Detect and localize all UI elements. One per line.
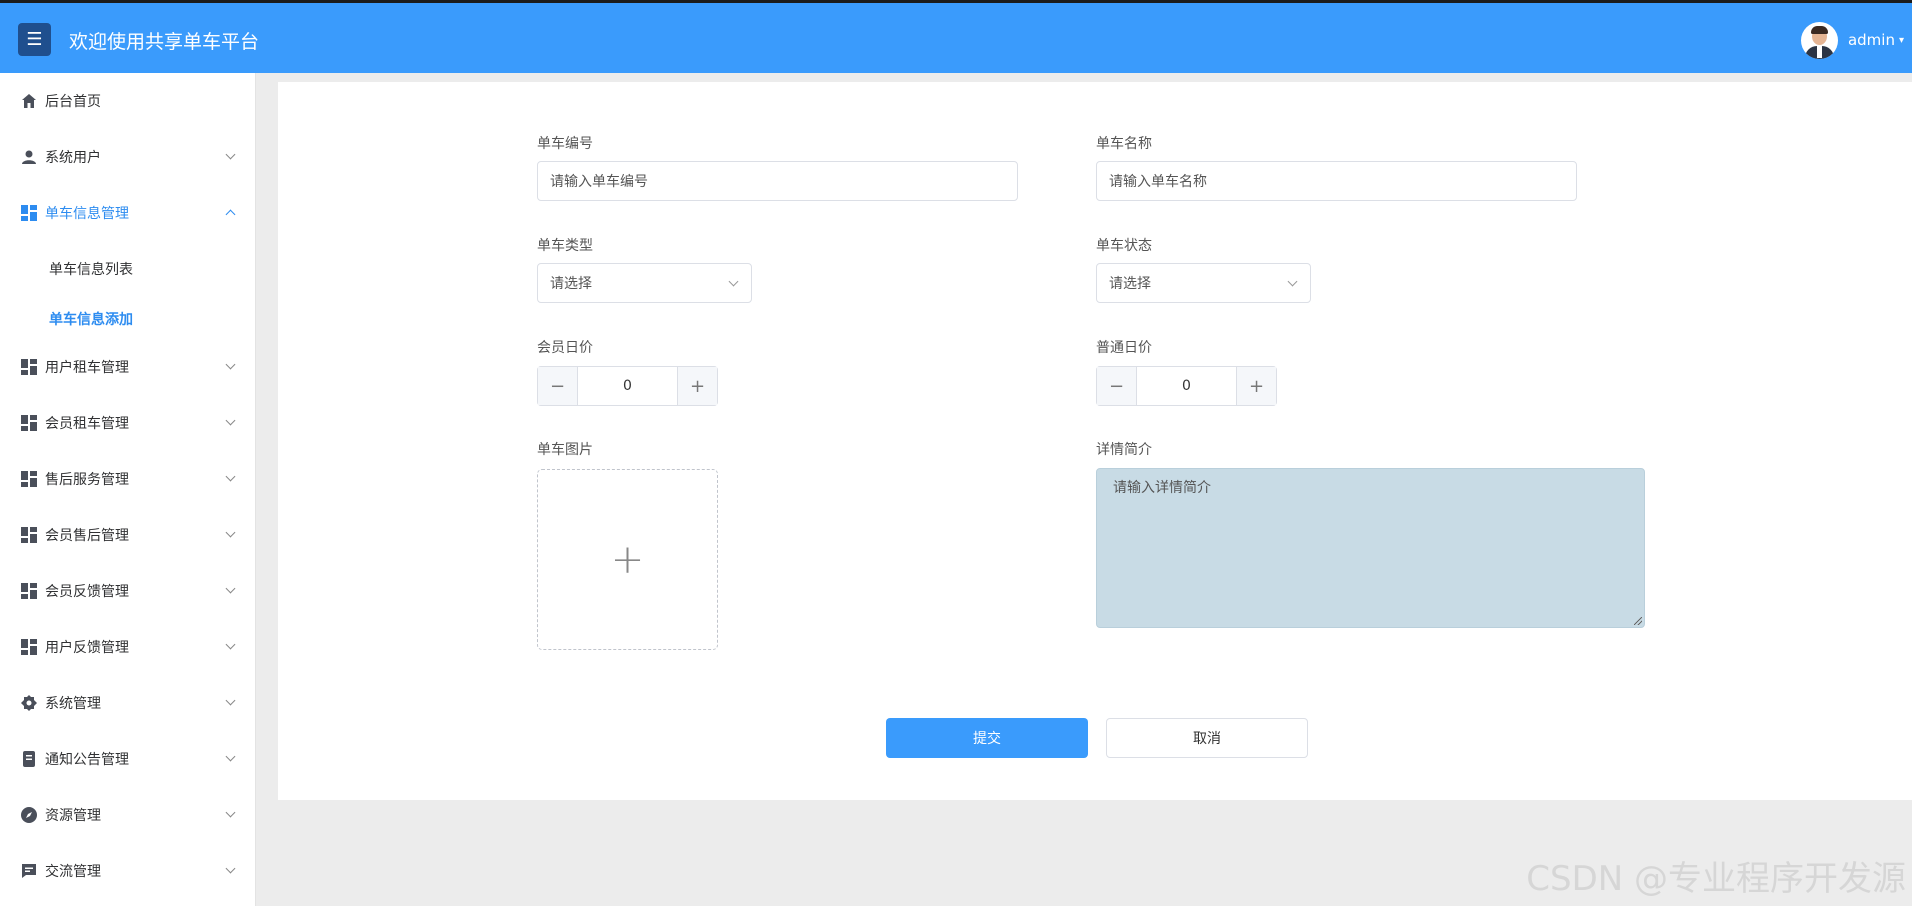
chevron-down-icon [225, 751, 236, 762]
sidebar-item-label: 用户租车管理 [45, 360, 129, 376]
sidebar-item-after-sales[interactable]: 售后服务管理 [0, 451, 256, 507]
compass-icon [21, 807, 37, 823]
submit-button[interactable]: 提交 [886, 718, 1088, 758]
sidebar-item-member-after-sales[interactable]: 会员售后管理 [0, 507, 256, 563]
sidebar-item-label: 交流管理 [45, 864, 101, 880]
bike-status-select[interactable]: 请选择 [1096, 263, 1311, 303]
decrement-button[interactable]: − [1097, 367, 1137, 405]
cancel-button[interactable]: 取消 [1106, 718, 1308, 758]
grid-icon [21, 359, 37, 375]
chevron-down-icon [225, 583, 236, 594]
bike-type-value: 请选择 [550, 276, 592, 292]
form-card: 单车编号 请输入单车编号 单车名称 请输入单车名称 单车类型 请选择 单车状态 … [278, 82, 1912, 800]
avatar[interactable] [1800, 21, 1838, 59]
chevron-down-icon [1287, 276, 1298, 287]
user-name[interactable]: admin [1848, 31, 1895, 49]
sidebar-subitem-bike-add[interactable]: 单车信息添加 [49, 309, 133, 329]
bike-name-input[interactable]: 请输入单车名称 [1096, 161, 1577, 201]
sidebar-item-label: 通知公告管理 [45, 752, 129, 768]
normal-price-value[interactable]: 0 [1137, 367, 1236, 405]
bike-no-label: 单车编号 [537, 136, 593, 152]
chevron-down-icon [225, 527, 236, 538]
bike-status-value: 请选择 [1109, 276, 1151, 292]
grid-icon [21, 583, 37, 599]
gear-icon [21, 695, 37, 711]
sidebar-item-member-feedback[interactable]: 会员反馈管理 [0, 563, 256, 619]
sidebar-item-label: 会员售后管理 [45, 528, 129, 544]
member-price-value[interactable]: 0 [578, 367, 677, 405]
resize-handle-icon[interactable] [1634, 617, 1642, 625]
description-placeholder: 请输入详情简介 [1113, 480, 1211, 496]
image-upload-area[interactable]: + [537, 469, 718, 650]
sidebar-item-label: 售后服务管理 [45, 472, 129, 488]
sidebar-item-label: 会员反馈管理 [45, 584, 129, 600]
bike-type-label: 单车类型 [537, 238, 593, 254]
sidebar-subitem-bike-list[interactable]: 单车信息列表 [49, 259, 133, 279]
chevron-down-icon [225, 807, 236, 818]
home-icon [21, 93, 37, 109]
chevron-up-icon [225, 209, 236, 220]
increment-button[interactable]: + [677, 367, 717, 405]
sidebar-item-exchange[interactable]: 交流管理 [0, 843, 256, 899]
decrement-button[interactable]: − [538, 367, 578, 405]
menu-toggle-button[interactable]: ☰ [18, 23, 51, 56]
sidebar-item-label: 会员租车管理 [45, 416, 129, 432]
chat-icon [21, 863, 37, 879]
hamburger-icon: ☰ [26, 29, 43, 50]
bike-no-input[interactable]: 请输入单车编号 [537, 161, 1018, 201]
sidebar-item-home[interactable]: 后台首页 [0, 73, 256, 129]
sidebar-item-label: 系统用户 [45, 150, 101, 166]
sidebar-item-label: 单车信息管理 [45, 206, 129, 222]
plus-icon: + [610, 536, 645, 583]
description-textarea[interactable]: 请输入详情简介 [1096, 468, 1645, 628]
sidebar-item-bike-info[interactable]: 单车信息管理 [0, 185, 256, 241]
grid-icon [21, 639, 37, 655]
sidebar-item-label: 资源管理 [45, 808, 101, 824]
grid-icon [21, 527, 37, 543]
user-menu[interactable]: admin ▾ [1800, 20, 1904, 60]
sidebar: 后台首页 系统用户 单车信息管理 单车信息列表 单车信息添加 用户租车管理 会员… [0, 73, 256, 906]
normal-price-stepper[interactable]: − 0 + [1096, 366, 1277, 406]
grid-icon [21, 205, 37, 221]
chevron-down-icon[interactable]: ▾ [1899, 35, 1904, 46]
sidebar-item-member-rental[interactable]: 会员租车管理 [0, 395, 256, 451]
sidebar-item-label: 用户反馈管理 [45, 640, 129, 656]
chevron-down-icon [225, 471, 236, 482]
top-navbar: ☰ 欢迎使用共享单车平台 admin ▾ [0, 0, 1912, 73]
chevron-down-icon [225, 359, 236, 370]
bike-type-select[interactable]: 请选择 [537, 263, 752, 303]
chevron-down-icon [225, 639, 236, 650]
chevron-down-icon [225, 415, 236, 426]
increment-button[interactable]: + [1236, 367, 1276, 405]
member-price-label: 会员日价 [537, 340, 593, 356]
bike-image-label: 单车图片 [537, 442, 593, 458]
sidebar-item-label: 系统管理 [45, 696, 101, 712]
sidebar-item-label: 后台首页 [45, 94, 101, 110]
chevron-down-icon [728, 276, 739, 287]
member-price-stepper[interactable]: − 0 + [537, 366, 718, 406]
sidebar-item-user-rental[interactable]: 用户租车管理 [0, 339, 256, 395]
sidebar-item-system-users[interactable]: 系统用户 [0, 129, 256, 185]
chevron-down-icon [225, 863, 236, 874]
normal-price-label: 普通日价 [1096, 340, 1152, 356]
description-label: 详情简介 [1096, 442, 1152, 458]
bike-name-label: 单车名称 [1096, 136, 1152, 152]
watermark: CSDN @专业程序开发源 [1526, 859, 1906, 899]
grid-icon [21, 471, 37, 487]
sidebar-item-resources[interactable]: 资源管理 [0, 787, 256, 843]
sidebar-item-user-feedback[interactable]: 用户反馈管理 [0, 619, 256, 675]
sidebar-item-system-management[interactable]: 系统管理 [0, 675, 256, 731]
grid-icon [21, 415, 37, 431]
user-icon [21, 149, 37, 165]
sidebar-item-notice[interactable]: 通知公告管理 [0, 731, 256, 787]
app-title: 欢迎使用共享单车平台 [69, 31, 260, 53]
notice-icon [21, 751, 37, 767]
chevron-down-icon [225, 149, 236, 160]
bike-status-label: 单车状态 [1096, 238, 1152, 254]
chevron-down-icon [225, 695, 236, 706]
